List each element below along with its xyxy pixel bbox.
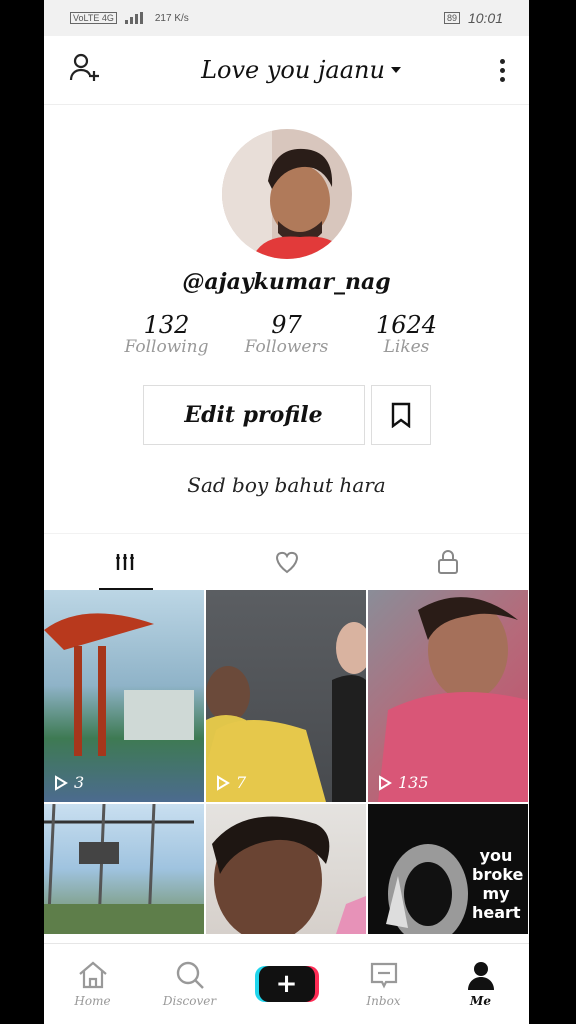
- nav-label: Me: [470, 994, 491, 1008]
- stat-label: Likes: [383, 337, 430, 357]
- nav-label: Home: [74, 994, 111, 1008]
- inbox-icon: [370, 962, 397, 989]
- grid-icon: [115, 554, 134, 570]
- phone-screen: VoLTE 4G 217 K/s 89 10:01 Love you jaanu: [44, 0, 529, 1024]
- play-icon: [379, 774, 392, 791]
- create-button[interactable]: +: [258, 966, 315, 1002]
- heart-icon: [275, 551, 298, 574]
- video-thumbnail[interactable]: 3: [44, 590, 204, 802]
- nav-home[interactable]: Home: [44, 944, 141, 1024]
- network-speed: 217 K/s: [154, 12, 189, 24]
- tab-private[interactable]: [367, 549, 529, 575]
- stat-likes[interactable]: 1624 Likes: [362, 311, 452, 357]
- account-switcher[interactable]: Love you jaanu: [201, 56, 401, 84]
- play-icon: [217, 774, 230, 791]
- battery-indicator: 89: [443, 12, 460, 24]
- video-thumbnail[interactable]: you broke my heart: [368, 804, 528, 934]
- video-thumbnail[interactable]: 135: [368, 590, 528, 802]
- stat-label: Followers: [244, 337, 329, 357]
- thumbnail-overlay-text: you broke my heart: [472, 846, 524, 922]
- stat-value: 97: [271, 311, 302, 339]
- stat-value: 132: [143, 311, 190, 339]
- nav-create[interactable]: +: [238, 944, 335, 1024]
- home-icon: [78, 961, 107, 989]
- nav-inbox[interactable]: Inbox: [335, 944, 432, 1024]
- play-icon: [55, 774, 68, 791]
- view-count: 135: [378, 773, 429, 792]
- view-count-value: 7: [236, 773, 247, 792]
- edit-profile-button[interactable]: Edit profile: [142, 385, 365, 445]
- video-grid: 3 7 135: [44, 590, 529, 802]
- more-options-icon[interactable]: [500, 58, 505, 82]
- tab-liked[interactable]: [206, 550, 368, 574]
- view-count: 7: [216, 773, 246, 792]
- view-count: 3: [54, 773, 84, 792]
- stat-followers[interactable]: 97 Followers: [242, 311, 332, 357]
- bottom-navigation: Home Discover + Inbox Me: [44, 943, 529, 1024]
- bio: Sad boy bahut hara: [187, 473, 386, 497]
- stats-row: 132 Following 97 Followers 1624 Likes: [44, 311, 529, 357]
- network-indicator: VoLTE 4G: [70, 12, 117, 24]
- profile-actions: Edit profile: [44, 385, 529, 445]
- signal-icon: [124, 12, 147, 24]
- add-friend-icon[interactable]: [68, 51, 102, 89]
- profile-icon: [467, 962, 494, 990]
- username: @ajaykumar_nag: [182, 269, 391, 295]
- nav-label: Inbox: [366, 994, 401, 1008]
- tab-videos[interactable]: [44, 551, 206, 573]
- nav-discover[interactable]: Discover: [141, 944, 238, 1024]
- video-grid-row-2: you broke my heart: [44, 804, 529, 934]
- bookmark-button[interactable]: [370, 385, 431, 445]
- clock: 10:01: [467, 10, 503, 26]
- stat-value: 1624: [375, 311, 438, 339]
- video-thumbnail[interactable]: [206, 804, 366, 934]
- profile-header: Love you jaanu: [44, 36, 529, 105]
- nav-label: Discover: [162, 994, 217, 1008]
- account-name: Love you jaanu: [201, 56, 385, 84]
- view-count-value: 3: [74, 773, 85, 792]
- profile-section: @ajaykumar_nag 132 Following 97 Follower…: [44, 129, 529, 497]
- video-thumbnail[interactable]: 7: [206, 590, 366, 802]
- nav-me[interactable]: Me: [432, 944, 529, 1024]
- status-bar: VoLTE 4G 217 K/s 89 10:01: [44, 0, 529, 36]
- video-thumbnail[interactable]: [44, 804, 204, 934]
- content-tabs: [44, 533, 529, 590]
- search-icon: [176, 961, 204, 989]
- avatar[interactable]: [221, 129, 352, 259]
- caret-down-icon: [390, 67, 401, 73]
- plus-icon: +: [275, 969, 298, 999]
- stat-label: Following: [124, 337, 209, 357]
- lock-icon: [438, 550, 459, 574]
- stat-following[interactable]: 132 Following: [122, 311, 212, 357]
- bookmark-icon: [391, 402, 410, 428]
- view-count-value: 135: [398, 773, 429, 792]
